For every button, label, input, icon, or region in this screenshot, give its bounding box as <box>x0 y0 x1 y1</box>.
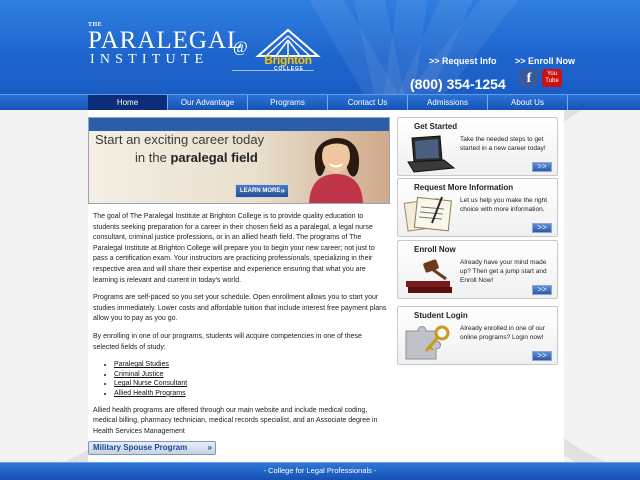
field-link-legal-nurse[interactable]: Legal Nurse Consultant <box>114 380 187 387</box>
enroll-now-link[interactable]: >> Enroll Now <box>515 56 575 66</box>
field-link-paralegal-studies[interactable]: Paralegal Studies <box>114 361 169 368</box>
logo-institute: INSTITUTE <box>90 52 209 67</box>
logo-at: @ <box>233 39 248 56</box>
site-header: THE PARALEGAL INSTITUTE @ Brighton COLLE… <box>0 0 640 96</box>
list-item: Legal Nurse Consultant <box>114 379 387 389</box>
get-started-go-button[interactable]: >> <box>532 162 552 172</box>
box-description: Take the needed steps to get started in … <box>460 136 546 152</box>
allied-paragraph: Allied health programs are offered throu… <box>93 406 378 435</box>
gavel-icon <box>406 259 452 293</box>
nav-item-contact-us[interactable]: Contact Us <box>328 95 408 110</box>
box-title: Student Login <box>414 311 468 320</box>
site-footer: - College for Legal Professionals - <box>0 462 640 480</box>
facebook-icon[interactable]: f <box>520 69 538 87</box>
sidebar-box-enroll-now[interactable]: Enroll Now Already have your mind made u… <box>397 240 558 299</box>
logo-divider <box>232 70 314 71</box>
learn-more-label: LEARN MORE <box>240 188 281 194</box>
student-photo-icon <box>309 137 363 203</box>
box-description: Already enrolled in one of our online pr… <box>460 325 545 341</box>
puzzle-key-icon <box>405 325 450 360</box>
military-spouse-label: Military Spouse Program <box>93 443 188 452</box>
laptop-icon <box>407 135 456 173</box>
arrow-icon: » <box>280 186 285 195</box>
hero-banner[interactable]: Start an exciting career today in the pa… <box>88 117 390 204</box>
field-link-criminal-justice[interactable]: Criminal Justice <box>114 371 163 378</box>
main-text: The goal of The Paralegal Institute at B… <box>93 212 387 444</box>
arrow-icon: » <box>207 443 212 452</box>
documents-icon <box>403 196 452 232</box>
list-item: Paralegal Studies <box>114 360 387 370</box>
request-info-link[interactable]: >> Request Info <box>429 56 497 66</box>
logo-college: COLLEGE <box>274 66 304 72</box>
banner-line1: Start an exciting career today <box>95 132 265 147</box>
military-spouse-button[interactable]: Military Spouse Program » <box>88 441 216 455</box>
learn-more-button[interactable]: LEARN MORE » <box>235 184 289 198</box>
youtube-icon[interactable]: You Tube <box>542 69 562 87</box>
box-title: Get Started <box>414 122 458 131</box>
nav-item-home[interactable]: Home <box>88 95 168 110</box>
fields-paragraph: By enrolling in one of our programs, stu… <box>93 332 362 351</box>
banner-line2-bold: paralegal field <box>170 150 258 165</box>
logo-brighton: Brighton <box>264 53 312 67</box>
box-description: Let us help you make the right choice wi… <box>460 197 548 213</box>
nav-item-admissions[interactable]: Admissions <box>408 95 488 110</box>
field-link-allied-health[interactable]: Allied Health Programs <box>114 390 186 397</box>
main-nav: Home Our Advantage Programs Contact Us A… <box>0 94 640 110</box>
nav-item-about-us[interactable]: About Us <box>488 95 568 110</box>
phone-number: (800) 354-1254 <box>410 76 506 92</box>
list-item: Criminal Justice <box>114 370 387 380</box>
nav-item-our-advantage[interactable]: Our Advantage <box>168 95 248 110</box>
student-login-go-button[interactable]: >> <box>532 351 552 361</box>
banner-line2: in the paralegal field <box>135 150 258 165</box>
sidebar-box-get-started[interactable]: Get Started Take the needed steps to get… <box>397 117 558 176</box>
request-info-go-button[interactable]: >> <box>532 223 552 233</box>
fields-list: Paralegal Studies Criminal Justice Legal… <box>114 360 387 398</box>
header-links: >> Request Info >> Enroll Now <box>429 56 591 66</box>
box-description: Already have your mind made up? Then get… <box>460 259 547 284</box>
sidebar-box-request-info[interactable]: Request More Information Let us help you… <box>397 178 558 237</box>
site-logo[interactable]: THE PARALEGAL INSTITUTE @ Brighton COLLE… <box>88 22 328 72</box>
nav-item-programs[interactable]: Programs <box>248 95 328 110</box>
banner-line2-prefix: in the <box>135 150 167 165</box>
sidebar-box-student-login[interactable]: Student Login Already enrolled in one of… <box>397 306 558 365</box>
programs-paragraph: Programs are self-paced so you set your … <box>93 294 387 323</box>
intro-paragraph: The goal of The Paralegal Institute at B… <box>93 213 375 284</box>
list-item: Allied Health Programs <box>114 389 387 399</box>
box-title: Request More Information <box>414 183 514 192</box>
footer-tagline: - College for Legal Professionals - <box>263 466 377 475</box>
enroll-now-go-button[interactable]: >> <box>532 285 552 295</box>
box-title: Enroll Now <box>414 245 456 254</box>
logo-paralegal: PARALEGAL <box>88 27 244 54</box>
